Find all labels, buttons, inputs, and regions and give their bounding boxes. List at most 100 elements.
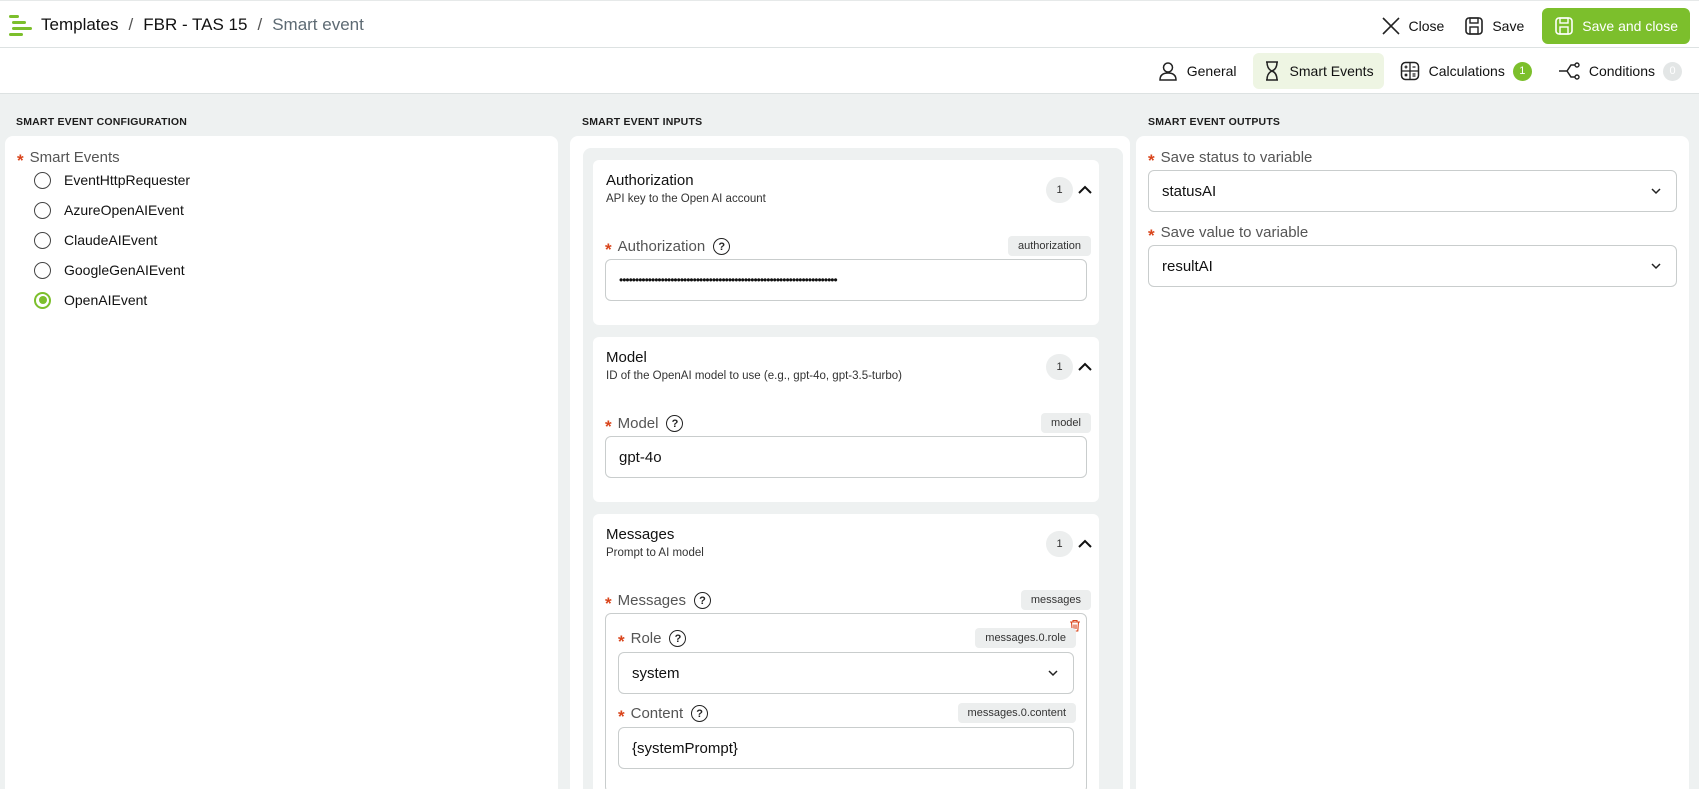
variable-key-badge: model	[1041, 413, 1091, 433]
radio-option-label: OpenAIEvent	[64, 292, 148, 308]
branch-icon	[1558, 62, 1580, 80]
help-icon[interactable]: ?	[666, 415, 684, 432]
card-subtitle: ID of the OpenAI model to use (e.g., gpt…	[606, 370, 902, 382]
status-variable-value: statusAI	[1162, 182, 1217, 200]
breadcrumb-current: Smart event	[272, 15, 364, 34]
model-input[interactable]: gpt-4o	[605, 436, 1087, 478]
required-marker: *	[618, 632, 625, 651]
tab-smart-events-label: Smart Events	[1289, 63, 1374, 79]
item-count-badge: 1	[1046, 531, 1073, 557]
status-variable-label: Save status to variable	[1160, 149, 1313, 166]
radio-option-openaievent[interactable]: OpenAIEvent	[34, 285, 190, 315]
value-variable-label: Save value to variable	[1160, 224, 1309, 241]
tab-calculations[interactable]: Calculations 1	[1390, 53, 1542, 89]
variable-key-badge: messages	[1020, 590, 1091, 610]
radio-option-claudeaievent[interactable]: ClaudeAIEvent	[34, 225, 190, 255]
tab-row: General Smart Events Calculations 1 Cond…	[0, 48, 1699, 94]
help-icon[interactable]: ?	[713, 238, 731, 255]
breadcrumb-templates[interactable]: Templates	[41, 15, 118, 35]
chevron-up-icon[interactable]	[1075, 357, 1095, 377]
app-logo-icon	[9, 15, 32, 36]
value-variable-field-label: * Save value to variable	[1148, 224, 1309, 245]
card-title: Model	[606, 349, 647, 366]
close-label: Close	[1408, 18, 1445, 34]
chevron-down-icon	[1651, 263, 1661, 270]
required-marker: *	[1148, 151, 1155, 170]
save-and-close-label: Save and close	[1582, 18, 1678, 34]
help-icon[interactable]: ?	[694, 592, 711, 609]
password-value: ••••••••••••••••••••••••••••••••••••••••…	[619, 273, 838, 287]
content-input[interactable]: {systemPrompt}	[618, 727, 1074, 769]
radio-option-label: ClaudeAIEvent	[64, 232, 158, 248]
content-field-label: * Content ?	[618, 705, 709, 725]
radio-option-azureopenaievent[interactable]: AzureOpenAIEvent	[34, 195, 190, 225]
radio-button[interactable]	[34, 231, 51, 249]
smart-event-radio-group: EventHttpRequester AzureOpenAIEvent Clau…	[34, 165, 190, 315]
model-card: Model ID of the OpenAI model to use (e.g…	[593, 337, 1099, 502]
breadcrumb: Templates / FBR - TAS 15 / Smart event	[41, 15, 364, 35]
model-label: Model	[617, 415, 659, 432]
authorization-card: Authorization API key to the Open AI acc…	[593, 160, 1099, 325]
model-field-label: * Model ?	[605, 415, 684, 436]
required-marker: *	[1148, 226, 1155, 245]
item-count-badge: 1	[1046, 177, 1073, 203]
close-button[interactable]: Close	[1371, 8, 1455, 44]
radio-option-googlegenaievent[interactable]: GoogleGenAIEvent	[34, 255, 190, 285]
role-select-value: system	[632, 664, 680, 682]
card-title: Messages	[606, 526, 675, 543]
item-count-badge: 1	[1046, 354, 1073, 380]
hourglass-icon	[1265, 61, 1278, 81]
smart-events-label: Smart Events	[29, 149, 120, 166]
chevron-down-icon	[1048, 670, 1058, 677]
chevron-up-icon[interactable]	[1075, 180, 1095, 200]
card-title: Authorization	[606, 172, 694, 189]
messages-label: Messages	[617, 592, 686, 609]
tab-smart-events[interactable]: Smart Events	[1252, 53, 1384, 89]
breadcrumb-template-name[interactable]: FBR - TAS 15	[143, 15, 247, 35]
radio-button[interactable]	[34, 201, 51, 219]
help-icon[interactable]: ?	[669, 630, 687, 647]
role-select[interactable]: system	[618, 652, 1074, 694]
breadcrumb-separator: /	[257, 15, 263, 34]
content-label: Content	[630, 705, 684, 722]
user-icon	[1158, 62, 1177, 81]
authorization-field-label: * Authorization ?	[605, 238, 731, 259]
authorization-password-input[interactable]: ••••••••••••••••••••••••••••••••••••••••…	[605, 259, 1087, 301]
top-actions: Close Save Save and close	[1371, 8, 1690, 44]
radio-option-eventhttprequester[interactable]: EventHttpRequester	[34, 165, 190, 195]
tab-general[interactable]: General	[1148, 53, 1247, 89]
content-input-value: {systemPrompt}	[632, 739, 738, 757]
save-button[interactable]: Save	[1454, 8, 1534, 44]
save-and-close-button[interactable]: Save and close	[1542, 8, 1690, 44]
messages-card: Messages Prompt to AI model 1 * Messages…	[593, 514, 1099, 789]
radio-button[interactable]	[34, 261, 51, 279]
status-variable-select[interactable]: statusAI	[1148, 170, 1677, 212]
role-label: Role	[630, 630, 662, 647]
required-marker: *	[605, 240, 612, 259]
card-subtitle: Prompt to AI model	[606, 547, 704, 559]
help-icon[interactable]: ?	[691, 705, 709, 722]
outputs-panel: * Save status to variable statusAI * Sav…	[1136, 136, 1689, 789]
tabs: General Smart Events Calculations 1 Cond…	[1142, 53, 1692, 89]
radio-option-label: AzureOpenAIEvent	[64, 202, 184, 218]
required-marker: *	[605, 594, 612, 613]
value-variable-select[interactable]: resultAI	[1148, 245, 1677, 287]
conditions-count-badge: 0	[1663, 61, 1682, 81]
config-column-title: SMART EVENT CONFIGURATION	[16, 116, 188, 128]
tab-conditions[interactable]: Conditions 0	[1548, 53, 1692, 89]
card-subtitle: API key to the Open AI account	[606, 193, 766, 205]
chevron-up-icon[interactable]	[1075, 534, 1095, 554]
radio-option-label: EventHttpRequester	[64, 172, 191, 188]
required-marker: *	[605, 417, 612, 436]
messages-field-label: * Messages ?	[605, 592, 711, 613]
save-icon	[1465, 17, 1484, 35]
save-label: Save	[1492, 18, 1525, 34]
radio-option-label: GoogleGenAIEvent	[64, 262, 185, 278]
authorization-label: Authorization	[617, 238, 706, 255]
value-variable-value: resultAI	[1162, 257, 1213, 275]
status-variable-field-label: * Save status to variable	[1148, 149, 1313, 170]
close-icon	[1381, 17, 1400, 35]
tab-conditions-label: Conditions	[1588, 63, 1655, 79]
radio-button-selected[interactable]	[34, 291, 51, 309]
radio-button[interactable]	[34, 171, 51, 189]
